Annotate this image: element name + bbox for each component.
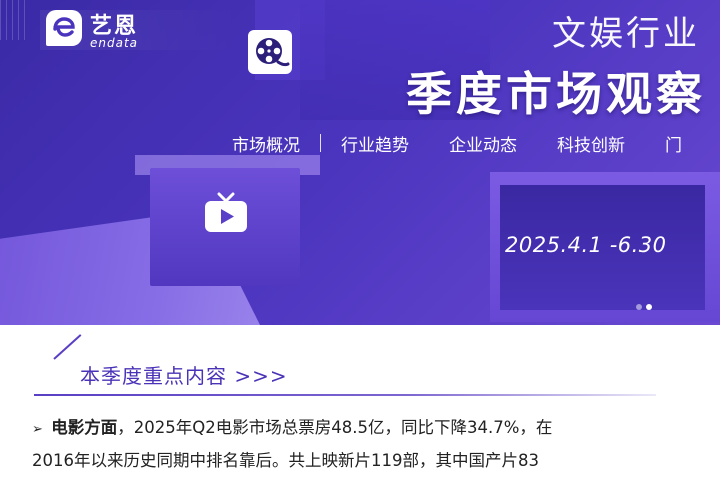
slide-dot-active[interactable] xyxy=(646,304,652,310)
nav-item-company-news[interactable]: 企业动态 xyxy=(429,131,537,156)
bullet-arrow-icon: ➢ xyxy=(32,422,43,437)
banner-title: 季度市场观察 xyxy=(406,67,706,121)
nav-item-market-overview[interactable]: 市场概况 xyxy=(232,131,320,156)
endata-logo[interactable]: 艺恩 endata xyxy=(46,8,176,50)
highlight-paragraph: ➢ 电影方面，2025年Q2电影市场总票房48.5亿，同比下降34.7%，在 2… xyxy=(32,412,692,476)
slide-dot[interactable] xyxy=(636,304,642,310)
paragraph-text-line2: 2016年以来历史同期中排名靠后。共上映新片119部，其中国产片83 xyxy=(32,451,539,470)
logo-name-en: endata xyxy=(90,36,139,50)
banner-nav: 市场概况 行业趋势 企业动态 科技创新 门 xyxy=(232,128,702,158)
nav-item-industry-trends[interactable]: 行业趋势 xyxy=(321,131,429,156)
section-arrows: >>> xyxy=(234,364,288,388)
report-period: 2025.4.1 -6.30 xyxy=(505,233,667,257)
banner-subtitle: 文娱行业 xyxy=(552,14,700,54)
hero-banner: 艺恩 endata 文娱行业 季度市场观察 市场概况 行业趋势 企业动态 科技创… xyxy=(0,0,720,325)
slide-indicator xyxy=(636,304,652,310)
grid-decoration xyxy=(0,0,30,40)
nav-item-more[interactable]: 门 xyxy=(645,131,702,156)
tv-play-icon xyxy=(203,192,249,234)
logo-mark-icon xyxy=(46,10,82,46)
paragraph-label: 电影方面 xyxy=(51,418,118,437)
nav-item-tech-innovation[interactable]: 科技创新 xyxy=(537,131,645,156)
section-title: 本季度重点内容 >>> xyxy=(80,360,288,389)
film-reel-icon xyxy=(248,30,292,74)
paragraph-text-line1: ，2025年Q2电影市场总票房48.5亿，同比下降34.7%，在 xyxy=(117,418,553,437)
section-header: 本季度重点内容 >>> xyxy=(34,334,656,396)
section-title-text: 本季度重点内容 xyxy=(80,364,227,388)
section-decoration xyxy=(53,334,82,360)
section-underline xyxy=(34,394,656,396)
